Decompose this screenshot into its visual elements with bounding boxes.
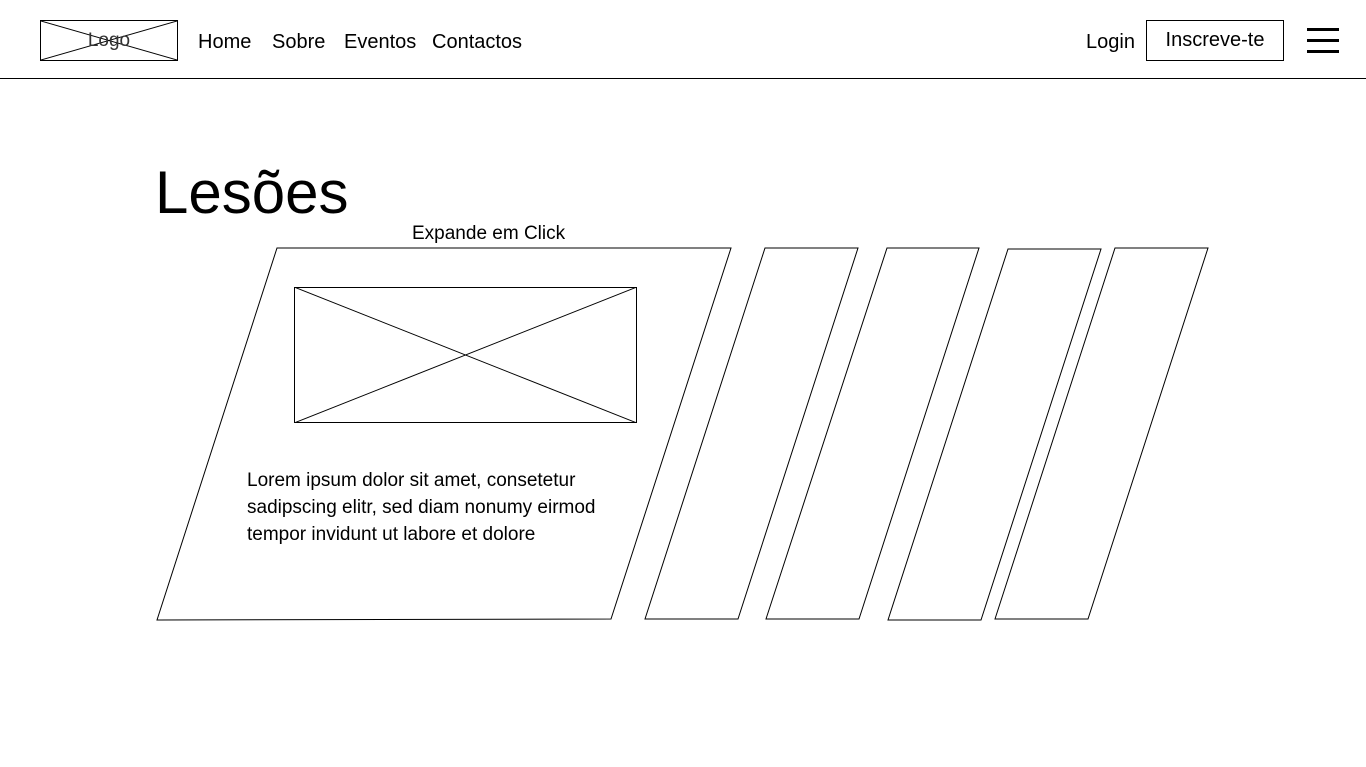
- injury-cards: [156, 247, 1209, 621]
- logo-label: Logo: [87, 29, 131, 51]
- nav-link-eventos[interactable]: Eventos: [344, 30, 416, 54]
- signup-button[interactable]: Inscreve-te: [1146, 20, 1284, 61]
- nav-link-contactos[interactable]: Contactos: [432, 30, 522, 54]
- nav-link-home[interactable]: Home: [198, 30, 251, 54]
- nav-link-sobre[interactable]: Sobre: [272, 30, 325, 54]
- injury-card-5[interactable]: [994, 247, 1209, 620]
- hamburger-menu-icon[interactable]: [1307, 28, 1339, 54]
- top-navbar: Logo Home Sobre Eventos Contactos Login …: [0, 0, 1366, 79]
- card-description: Lorem ipsum dolor sit amet, consetetur s…: [247, 470, 596, 545]
- page-title: Lesões: [155, 159, 349, 226]
- login-link[interactable]: Login: [1086, 30, 1135, 54]
- expand-hint: Expande em Click: [412, 223, 566, 244]
- logo[interactable]: Logo: [40, 20, 178, 61]
- injury-card-4[interactable]: [887, 248, 1102, 621]
- image-placeholder-icon: [294, 287, 637, 423]
